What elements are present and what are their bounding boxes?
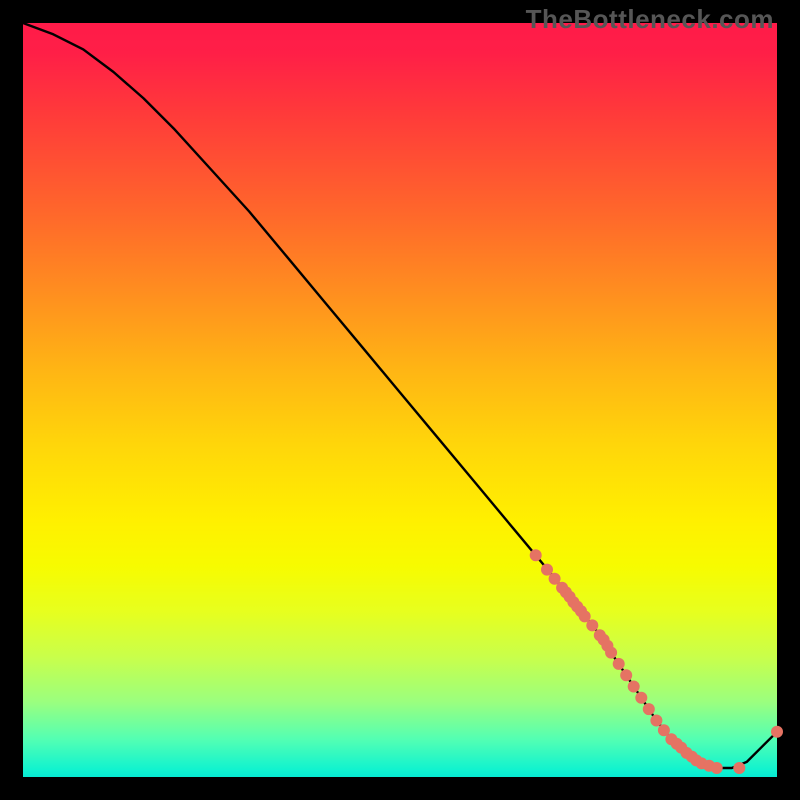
chart-plot-area: [23, 23, 777, 777]
watermark-label: TheBottleneck.com: [526, 4, 774, 35]
chart-stage: TheBottleneck.com: [0, 0, 800, 800]
